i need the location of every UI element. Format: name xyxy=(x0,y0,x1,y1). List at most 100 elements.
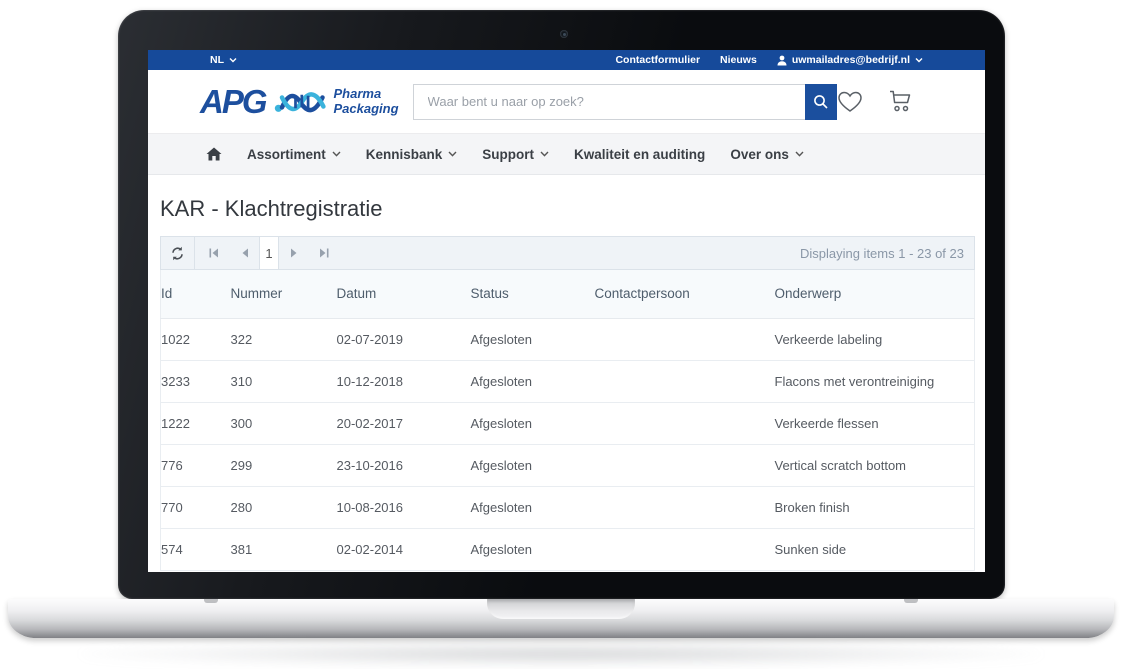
cart-icon[interactable] xyxy=(888,89,914,114)
cell-status: Afgesloten xyxy=(471,360,595,402)
table-row[interactable]: 574 381 02-02-2014 Afgesloten Sunken sid… xyxy=(161,528,975,570)
cell-onderwerp: Sunken side xyxy=(775,528,975,570)
cell-datum: 20-02-2017 xyxy=(337,402,471,444)
last-page-icon xyxy=(318,247,330,259)
cell-datum: 02-02-2014 xyxy=(337,528,471,570)
laptop-screen-bezel: NL Contactformulier Nieuws uwmailadres@b… xyxy=(118,10,1005,599)
cell-id: 1022 xyxy=(161,318,231,360)
browser-viewport: NL Contactformulier Nieuws uwmailadres@b… xyxy=(148,50,985,572)
nav-over-ons[interactable]: Over ons xyxy=(730,147,804,162)
cell-contactpersoon xyxy=(595,402,775,444)
cell-datum: 10-12-2018 xyxy=(337,360,471,402)
cell-id: 776 xyxy=(161,444,231,486)
grid-toolbar: 1 Displaying items 1 - 23 of 23 xyxy=(160,236,975,270)
cell-id: 1222 xyxy=(161,402,231,444)
nav-assortiment[interactable]: Assortiment xyxy=(247,147,341,162)
cell-status: Afgesloten xyxy=(471,318,595,360)
hinge-mark xyxy=(204,599,218,603)
first-page-icon xyxy=(208,247,220,259)
cell-contactpersoon xyxy=(595,444,775,486)
table-row[interactable]: 1222 300 20-02-2017 Afgesloten Verkeerde… xyxy=(161,402,975,444)
search-icon xyxy=(813,94,829,110)
cell-nummer: 322 xyxy=(231,318,337,360)
language-label: NL xyxy=(210,54,224,66)
company-logo[interactable]: APG Pharma Packaging xyxy=(200,84,399,120)
column-header-datum[interactable]: Datum xyxy=(337,270,471,318)
top-utility-bar: NL Contactformulier Nieuws uwmailadres@b… xyxy=(148,50,985,70)
cell-contactpersoon xyxy=(595,486,775,528)
table-row[interactable]: 770 280 10-08-2016 Afgesloten Broken fin… xyxy=(161,486,975,528)
cell-nummer: 310 xyxy=(231,360,337,402)
chevron-down-icon xyxy=(915,57,923,63)
current-page-number[interactable]: 1 xyxy=(259,237,279,269)
main-nav: Assortiment Kennisbank Support Kwaliteit… xyxy=(148,133,985,175)
hinge-mark xyxy=(904,599,918,603)
laptop-base xyxy=(8,599,1114,638)
refresh-icon xyxy=(170,246,185,261)
next-page-button[interactable] xyxy=(279,237,309,269)
cell-contactpersoon xyxy=(595,360,775,402)
language-selector[interactable]: NL xyxy=(210,54,237,66)
last-page-button[interactable] xyxy=(309,237,339,269)
cell-onderwerp: Broken finish xyxy=(775,486,975,528)
complaints-table: Id Nummer Datum Status Contactpersoon On… xyxy=(160,270,975,571)
webcam-dot xyxy=(560,30,568,38)
nav-kwaliteit[interactable]: Kwaliteit en auditing xyxy=(574,147,705,162)
site-header: APG Pharma Packaging xyxy=(148,70,985,133)
search-bar xyxy=(413,84,837,120)
cell-nummer: 299 xyxy=(231,444,337,486)
cell-id: 3233 xyxy=(161,360,231,402)
cell-nummer: 300 xyxy=(231,402,337,444)
cell-status: Afgesloten xyxy=(471,486,595,528)
home-icon xyxy=(206,147,222,161)
laptop-thumb-notch xyxy=(487,599,635,619)
cell-onderwerp: Verkeerde labeling xyxy=(775,318,975,360)
logo-text: APG xyxy=(200,85,266,118)
news-link[interactable]: Nieuws xyxy=(720,54,757,66)
chevron-down-icon xyxy=(448,151,457,157)
page: NL Contactformulier Nieuws uwmailadres@b… xyxy=(0,0,1122,669)
dna-helix-icon xyxy=(273,84,327,120)
cell-datum: 10-08-2016 xyxy=(337,486,471,528)
cell-nummer: 280 xyxy=(231,486,337,528)
chevron-down-icon xyxy=(540,151,549,157)
prev-page-button[interactable] xyxy=(229,237,259,269)
cell-status: Afgesloten xyxy=(471,402,595,444)
chevron-down-icon xyxy=(229,57,237,63)
cell-contactpersoon xyxy=(595,318,775,360)
user-account-menu[interactable]: uwmailadres@bedrijf.nl xyxy=(777,54,923,66)
nav-kennisbank[interactable]: Kennisbank xyxy=(366,147,458,162)
column-header-status[interactable]: Status xyxy=(471,270,595,318)
logo-tagline: Pharma Packaging xyxy=(334,87,399,116)
cell-nummer: 381 xyxy=(231,528,337,570)
table-header-row: Id Nummer Datum Status Contactpersoon On… xyxy=(161,270,975,318)
chevron-down-icon xyxy=(795,151,804,157)
contact-form-link[interactable]: Contactformulier xyxy=(615,54,700,66)
column-header-onderwerp[interactable]: Onderwerp xyxy=(775,270,975,318)
cell-contactpersoon xyxy=(595,528,775,570)
table-row[interactable]: 3233 310 10-12-2018 Afgesloten Flacons m… xyxy=(161,360,975,402)
cell-onderwerp: Vertical scratch bottom xyxy=(775,444,975,486)
next-page-icon xyxy=(290,247,299,259)
refresh-button[interactable] xyxy=(161,237,195,269)
pager-status-text: Displaying items 1 - 23 of 23 xyxy=(800,246,974,261)
first-page-button[interactable] xyxy=(199,237,229,269)
search-button[interactable] xyxy=(805,84,837,120)
wishlist-heart-icon[interactable] xyxy=(837,90,863,114)
search-input[interactable] xyxy=(413,84,805,120)
laptop-reflection xyxy=(80,642,1042,666)
chevron-down-icon xyxy=(332,151,341,157)
page-title: KAR - Klachtregistratie xyxy=(160,194,975,224)
cell-id: 770 xyxy=(161,486,231,528)
prev-page-icon xyxy=(240,247,249,259)
cell-id: 574 xyxy=(161,528,231,570)
nav-support[interactable]: Support xyxy=(482,147,549,162)
nav-home[interactable] xyxy=(206,147,222,161)
table-row[interactable]: 1022 322 02-07-2019 Afgesloten Verkeerde… xyxy=(161,318,975,360)
table-row[interactable]: 776 299 23-10-2016 Afgesloten Vertical s… xyxy=(161,444,975,486)
column-header-nummer[interactable]: Nummer xyxy=(231,270,337,318)
column-header-id[interactable]: Id xyxy=(161,270,231,318)
column-header-contactpersoon[interactable]: Contactpersoon xyxy=(595,270,775,318)
cell-datum: 02-07-2019 xyxy=(337,318,471,360)
cell-status: Afgesloten xyxy=(471,444,595,486)
